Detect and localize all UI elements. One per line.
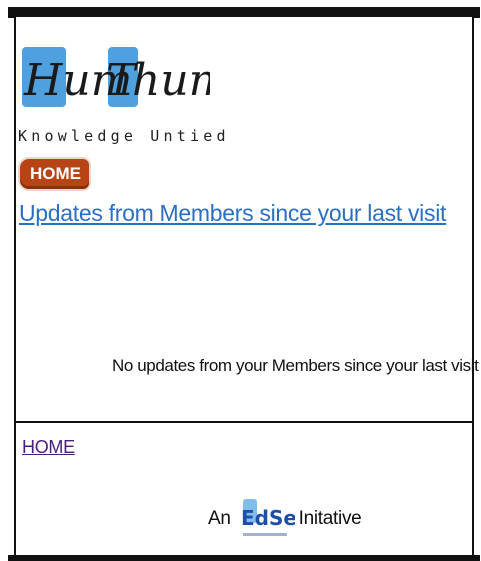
footer-divider: [16, 421, 472, 423]
updates-from-members-link[interactable]: Updates from Members since your last vis…: [19, 200, 446, 227]
initiative-prefix: An: [208, 508, 231, 529]
humthum-logo: Hum T hum: [22, 47, 210, 107]
brand-tagline: Knowledge Untied: [18, 127, 230, 145]
footer-home-link[interactable]: HOME: [22, 437, 75, 458]
window-bottom-bar: [8, 555, 480, 561]
no-updates-message: No updates from your Members since your …: [112, 356, 479, 375]
initiative-credit: An EdServ Initative: [208, 495, 362, 543]
initiative-suffix: Initative: [298, 508, 362, 529]
page-frame: Hum T hum Knowledge Untied HOME Updates …: [14, 15, 479, 557]
svg-text:hum: hum: [132, 55, 210, 106]
svg-text:EdServ: EdServ: [241, 506, 295, 530]
edserv-logo: EdServ: [241, 499, 295, 536]
home-button[interactable]: HOME: [20, 159, 89, 189]
